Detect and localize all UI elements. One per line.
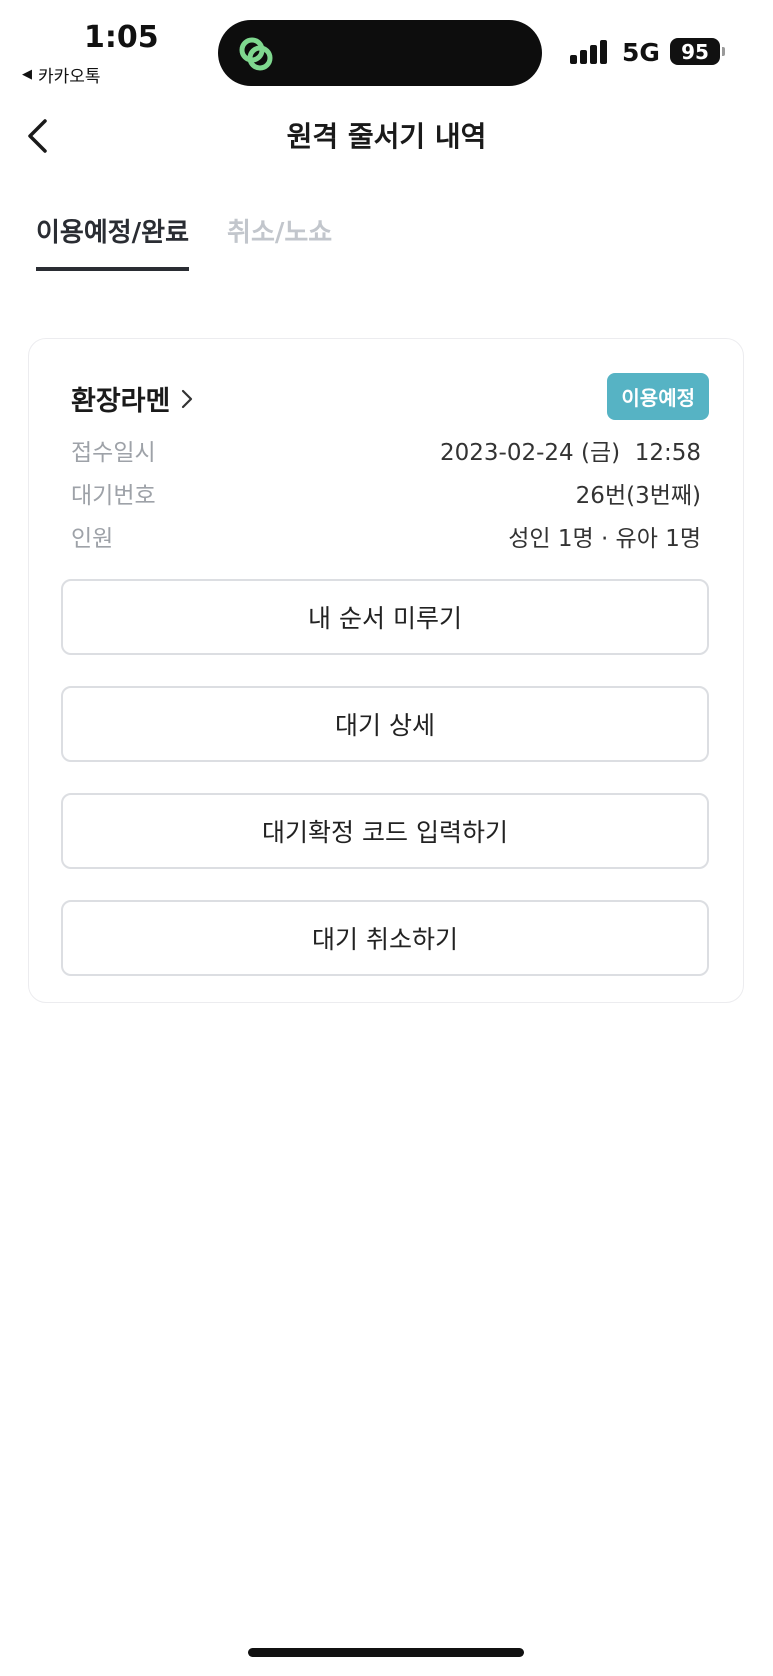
info-value: 2023-02-24 (금) 12:58 <box>440 440 701 466</box>
status-badge: 이용예정 <box>607 373 709 420</box>
back-to-app-link[interactable]: ◀ 카카오톡 <box>22 62 101 87</box>
chevron-right-icon <box>182 389 193 408</box>
dynamic-island <box>218 20 542 86</box>
tab-upcoming-completed[interactable]: 이용예정/완료 <box>36 212 190 271</box>
network-type: 5G <box>622 38 660 67</box>
info-label: 인원 <box>71 526 114 552</box>
store-link[interactable]: 환장라멘 <box>71 379 194 418</box>
info-row-received-time: 접수일시 2023-02-24 (금) 12:58 <box>71 433 701 467</box>
page-title: 원격 줄서기 내역 <box>286 120 487 153</box>
signal-icon <box>570 40 610 64</box>
cancel-waiting-button[interactable]: 대기 취소하기 <box>61 900 709 976</box>
status-time: 1:05 <box>84 20 159 55</box>
tab-cancelled-noshow[interactable]: 취소/노쇼 <box>227 212 332 271</box>
info-row-party-size: 인원 성인 1명 · 유아 1명 <box>71 519 701 553</box>
back-triangle-icon: ◀ <box>22 67 32 82</box>
battery-level: 95 <box>681 39 709 64</box>
reservation-card: 환장라멘 이용예정 접수일시 2023-02-24 (금) 12:58 대기번호… <box>28 338 744 1003</box>
waiting-detail-button[interactable]: 대기 상세 <box>61 686 709 762</box>
tab-bar: 이용예정/완료 취소/노쇼 <box>36 212 332 271</box>
battery-icon: 95 <box>670 38 720 65</box>
home-indicator[interactable] <box>248 1648 524 1657</box>
info-row-waiting-number: 대기번호 26번(3번째) <box>71 476 701 510</box>
battery-nub <box>722 47 725 56</box>
postpone-turn-button[interactable]: 내 순서 미루기 <box>61 579 709 655</box>
info-label: 접수일시 <box>71 440 156 466</box>
store-name: 환장라멘 <box>71 386 171 417</box>
back-app-label: 카카오톡 <box>38 67 101 87</box>
info-label: 대기번호 <box>71 483 156 509</box>
info-value: 성인 1명 · 유아 1명 <box>508 526 701 552</box>
link-rings-icon <box>239 37 273 71</box>
enter-confirm-code-button[interactable]: 대기확정 코드 입력하기 <box>61 793 709 869</box>
info-value: 26번(3번째) <box>575 483 701 509</box>
